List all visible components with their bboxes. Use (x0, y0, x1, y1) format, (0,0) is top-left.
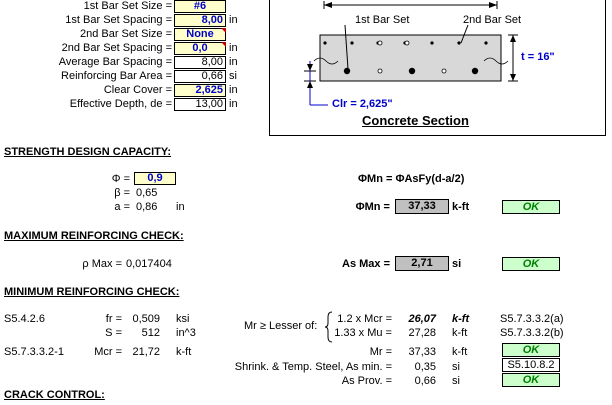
s-value: 512 (141, 327, 160, 339)
value-avg-spacing: 8,00 (174, 56, 226, 69)
as-max-label: As Max = (342, 258, 390, 270)
phi-input[interactable]: 0,9 (134, 172, 176, 185)
thickness-label: t = 16" (521, 51, 555, 63)
input-bar1-spacing[interactable]: 8,00 (174, 14, 226, 27)
a-label: a = (114, 201, 130, 213)
phi-label: Φ = (111, 173, 130, 185)
mn-value: 37,33 (395, 199, 449, 214)
ref-s5426: S5.4.2.6 (4, 313, 45, 325)
clear-cover-label: Clr = 2,625" (332, 98, 393, 110)
a-value: 0,86 (136, 201, 158, 213)
min-header: MINIMUM REINFORCING CHECK: (4, 286, 180, 298)
mn-status: OK (502, 200, 560, 214)
value-bar-area: 0,66 (174, 70, 226, 83)
unit-bar2-spacing: in (229, 42, 238, 54)
l1-label: 1.2 x Mcr = (337, 313, 392, 325)
fr-label: fr = (105, 313, 122, 325)
label-clear-cover: Clear Cover = (103, 84, 172, 96)
shrink-ref: S5.10.8.2 (502, 358, 560, 372)
label-2nd-bar-set: 2nd Bar Set (463, 14, 522, 26)
max-header: MAXIMUM REINFORCING CHECK: (4, 230, 184, 242)
as-max-unit: si (452, 258, 462, 270)
input-bar1-size[interactable]: #6 (174, 0, 226, 13)
label-bar2-spacing: 2nd Bar Set Spacing = (61, 42, 172, 54)
input-bar2-size[interactable]: None (174, 28, 226, 41)
crack-header: CRACK CONTROL: (4, 389, 105, 401)
label-bar-area: Reinforcing Bar Area = (61, 70, 172, 82)
mr-value: 37,33 (408, 346, 436, 358)
rho-max-value: 0,017404 (126, 258, 172, 270)
mr-unit: k-ft (452, 346, 468, 358)
mcr-unit: k-ft (176, 346, 192, 358)
l2-unit: k-ft (452, 327, 468, 339)
shrink-unit: si (452, 361, 460, 373)
unit-bar1-spacing: in (229, 14, 238, 26)
s-unit: in^3 (176, 327, 196, 339)
as-prov-value: 0,66 (414, 375, 436, 387)
label-bar1-size: 1st Bar Set Size = (83, 0, 172, 12)
max-status: OK (502, 257, 560, 271)
l1-value: 26,07 (408, 313, 436, 325)
unit-avg-spacing: in (229, 56, 238, 68)
mn-unit: k-ft (452, 201, 470, 213)
mr-label: Mr = (369, 346, 392, 358)
comment-marker (221, 28, 226, 33)
shrink-label: Shrink. & Temp. Steel, As min. = (234, 361, 392, 373)
strength-header: STRENGTH DESIGN CAPACITY: (4, 146, 172, 158)
as-max-value: 2,71 (395, 256, 449, 271)
lesser-of-label: Mr ≥ Lesser of: (244, 320, 318, 332)
ref-s57332-1: S5.7.3.3.2-1 (4, 346, 64, 358)
input-clear-cover[interactable]: 2,625 (174, 84, 226, 97)
comment-marker (221, 42, 226, 47)
l2-value: 27,28 (408, 327, 436, 339)
as-prov-label: As Prov. = (341, 375, 392, 387)
a-unit: in (176, 201, 185, 213)
label-avg-spacing: Average Bar Spacing = (58, 56, 172, 68)
unit-clear-cover: in (229, 84, 238, 96)
label-1st-bar-set: 1st Bar Set (355, 14, 410, 26)
rho-max-label: ρ Max = (82, 258, 122, 270)
mr-status: OK (502, 343, 560, 357)
mcr-label: Mcr = (94, 346, 122, 358)
l2-label: 1.33 x Mu = (334, 327, 392, 339)
mcr-value: 21,72 (132, 346, 160, 358)
as-prov-unit: si (452, 375, 460, 387)
shrink-value: 0,35 (414, 361, 436, 373)
concrete-section-diagram: 1st Bar Set 2nd Bar Set t = 16" Clr = 2,… (269, 0, 606, 136)
s-label: S = (105, 327, 122, 339)
fr-value: 0,509 (132, 313, 160, 325)
l2-ref: S5.7.3.3.2(b) (500, 327, 564, 339)
mn-label: ΦMn = (355, 201, 390, 213)
label-bar2-size: 2nd Bar Set Size = (79, 28, 172, 40)
unit-bar-area: si (229, 70, 237, 82)
section-title: Concrete Section (362, 113, 469, 128)
beta-value: 0,65 (136, 187, 158, 199)
beta-label: β = (114, 187, 130, 199)
l1-ref: S5.7.3.3.2(a) (500, 313, 564, 325)
as-prov-status: OK (502, 373, 560, 387)
value-effective-depth: 13,00 (174, 98, 226, 111)
label-effective-depth: Effective Depth, de = (69, 98, 172, 110)
input-bar2-spacing[interactable]: 0,0 (174, 42, 226, 55)
label-bar1-spacing: 1st Bar Set Spacing = (65, 14, 172, 26)
l1-unit: k-ft (452, 313, 470, 325)
unit-effective-depth: in (229, 98, 238, 110)
fr-unit: ksi (176, 313, 190, 325)
mn-formula: ΦMn = ΦAsFy(d-a/2) (358, 173, 465, 185)
